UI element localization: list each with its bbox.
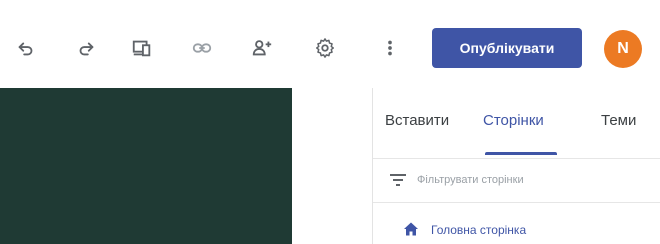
page-item-label: Головна сторінка xyxy=(431,223,527,237)
home-icon xyxy=(404,222,418,236)
link-icon xyxy=(192,43,212,53)
gear-icon xyxy=(316,38,334,58)
settings-button[interactable] xyxy=(305,28,345,68)
redo-button[interactable] xyxy=(66,28,106,68)
side-panel: Вставити Сторінки Теми Головна сторінка xyxy=(372,88,660,244)
filter-icon xyxy=(390,174,406,186)
filter-row xyxy=(373,158,660,203)
site-preview-canvas[interactable] xyxy=(0,88,292,244)
active-tab-indicator xyxy=(485,152,557,155)
page-item-home[interactable]: Головна сторінка xyxy=(373,216,660,244)
tab-pages[interactable]: Сторінки xyxy=(483,112,544,129)
tab-insert[interactable]: Вставити xyxy=(385,112,449,129)
redo-icon xyxy=(79,42,94,56)
more-vert-icon xyxy=(388,40,392,56)
app-window: Опублікувати N Вставити Сторінки Теми Го… xyxy=(0,0,660,244)
share-button[interactable] xyxy=(242,28,282,68)
canvas-margin xyxy=(292,88,372,244)
insert-link-button[interactable] xyxy=(182,28,222,68)
undo-button[interactable] xyxy=(6,28,46,68)
tab-themes[interactable]: Теми xyxy=(601,112,636,129)
more-options-button[interactable] xyxy=(370,28,410,68)
avatar[interactable]: N xyxy=(604,30,642,68)
filter-pages-input[interactable] xyxy=(417,170,647,190)
publish-button[interactable]: Опублікувати xyxy=(432,28,582,68)
device-preview-icon xyxy=(132,40,151,57)
undo-icon xyxy=(18,42,33,56)
preview-button[interactable] xyxy=(122,28,162,68)
panel-tabs: Вставити Сторінки Теми xyxy=(373,88,660,159)
top-toolbar: Опублікувати N xyxy=(0,0,660,88)
add-person-icon xyxy=(252,40,272,56)
